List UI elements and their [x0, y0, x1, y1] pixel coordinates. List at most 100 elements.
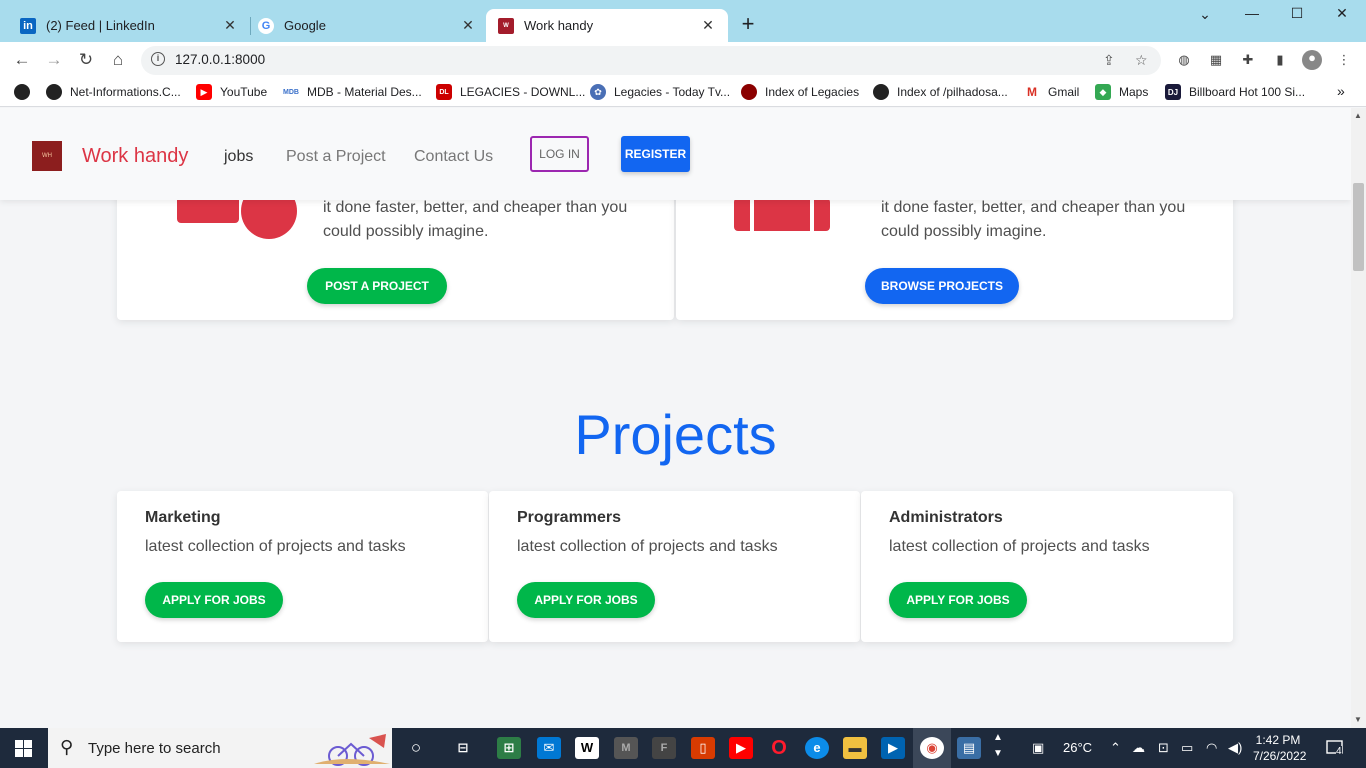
close-tab-icon[interactable]: ✕	[222, 17, 238, 34]
project-title: Marketing	[145, 509, 221, 526]
office-icon[interactable]: ▯	[691, 737, 715, 759]
taskbar-scroll-arrows-icon[interactable]: ▲ ▼	[993, 730, 1003, 762]
edge-icon[interactable]: e	[805, 737, 829, 759]
bookmark-item[interactable]: MDB MDB - Material Des...	[283, 84, 422, 100]
bookmark-item[interactable]: Index of Legacies	[741, 84, 859, 100]
wifi-icon[interactable]: ◠	[1206, 740, 1217, 756]
mail-icon[interactable]: ✉	[537, 737, 561, 759]
extension-zip-icon[interactable]: ▦	[1208, 52, 1224, 68]
task-view-icon[interactable]: ⊟	[451, 737, 475, 759]
bookmark-label: Gmail	[1048, 85, 1080, 99]
weather-icon[interactable]: ▣	[1032, 740, 1044, 756]
bookmark-item[interactable]: M Gmail	[1024, 84, 1079, 100]
bookmark-label: YouTube	[220, 85, 268, 99]
bookmark-item[interactable]: Index of /pilhadosa...	[873, 84, 1008, 100]
show-hidden-icons-chevron-icon[interactable]: ⌃	[1110, 740, 1121, 756]
web-icon	[46, 84, 62, 100]
nav-link-post-project[interactable]: Post a Project	[286, 148, 386, 166]
reload-button[interactable]: ↻	[76, 50, 96, 70]
bookmark-item[interactable]: DJ Billboard Hot 100 Si...	[1165, 84, 1305, 100]
project-card-marketing: Marketing latest collection of projects …	[117, 491, 488, 642]
tab-search-chevron-icon[interactable]: ⌄	[1195, 6, 1215, 23]
more-bookmarks-chevron-icon[interactable]: »	[1337, 83, 1345, 99]
nav-link-jobs[interactable]: jobs	[224, 148, 253, 166]
close-tab-icon[interactable]: ✕	[460, 17, 476, 34]
nav-link-contact[interactable]: Contact Us	[414, 148, 493, 166]
brand-logo[interactable]: WH	[32, 141, 62, 171]
meet-now-icon[interactable]: ⊡	[1158, 740, 1169, 756]
tab-google[interactable]: G Google ✕	[246, 9, 488, 42]
movies-app-icon[interactable]: ▶	[881, 737, 905, 759]
system-clock[interactable]: 1:42 PM 7/26/2022	[1253, 732, 1307, 764]
apply-for-jobs-button[interactable]: APPLY FOR JOBS	[145, 582, 283, 618]
home-button[interactable]: ⌂	[108, 50, 128, 70]
minimize-button[interactable]: —	[1242, 5, 1262, 21]
youtube-app-icon[interactable]: ▶	[729, 737, 753, 759]
windows-start-icon[interactable]	[15, 740, 32, 757]
opera-icon[interactable]: O	[767, 737, 791, 759]
bookmark-item[interactable]: ▶ YouTube	[196, 84, 267, 100]
microsoft-store-icon[interactable]: ⊞	[497, 737, 521, 759]
apply-for-jobs-button[interactable]: APPLY FOR JOBS	[517, 582, 655, 618]
web-icon	[873, 84, 889, 100]
tab-work-handy[interactable]: W Work handy ✕	[486, 9, 728, 42]
bookmark-item[interactable]: ✿ Legacies - Today Tv...	[590, 84, 730, 100]
tab-title: Google	[284, 18, 326, 33]
project-description: latest collection of projects and tasks	[889, 538, 1150, 555]
search-highlight-illustration	[314, 734, 390, 766]
back-button[interactable]: ←	[12, 50, 32, 70]
wikipedia-icon[interactable]: W	[575, 737, 599, 759]
chrome-icon[interactable]: ◉	[920, 737, 944, 759]
bookmark-item[interactable]: Net-Informations.C...	[46, 84, 181, 100]
app-f-icon[interactable]: F	[652, 737, 676, 759]
browse-projects-button[interactable]: BROWSE PROJECTS	[865, 268, 1019, 304]
bookmark-label: Index of /pilhadosa...	[897, 85, 1008, 99]
cortana-icon[interactable]: ○	[404, 737, 428, 759]
tab-linkedin[interactable]: in (2) Feed | LinkedIn ✕	[8, 9, 250, 42]
side-panel-icon[interactable]: ▮	[1272, 52, 1288, 68]
bookmark-label: Legacies - Today Tv...	[614, 85, 731, 99]
app-m-icon[interactable]: M	[614, 737, 638, 759]
register-button[interactable]: REGISTER	[621, 136, 690, 172]
share-icon[interactable]: ⇪	[1103, 52, 1115, 69]
taskbar-search-box[interactable]: ⚲ Type here to search	[48, 728, 392, 768]
apply-for-jobs-button[interactable]: APPLY FOR JOBS	[889, 582, 1027, 618]
close-window-button[interactable]: ✕	[1332, 5, 1352, 22]
forward-button[interactable]: →	[44, 50, 64, 70]
menu-kebab-icon[interactable]: ⋮	[1336, 52, 1352, 68]
feature-text-line2: could possibly imagine.	[881, 223, 1047, 240]
page-viewport: WH Work handy jobs Post a Project Contac…	[0, 108, 1351, 728]
project-description: latest collection of projects and tasks	[517, 538, 778, 555]
bookmark-apps[interactable]	[14, 84, 38, 100]
scroll-up-arrow-icon[interactable]: ▲	[1354, 111, 1362, 120]
bookmark-item[interactable]: DL LEGACIES - DOWNL...	[436, 84, 585, 100]
site-info-icon[interactable]: i	[151, 52, 165, 66]
close-tab-icon[interactable]: ✕	[700, 17, 716, 34]
post-project-button[interactable]: POST A PROJECT	[307, 268, 447, 304]
extensions-puzzle-icon[interactable]: ✚	[1240, 52, 1256, 68]
project-description: latest collection of projects and tasks	[145, 538, 406, 555]
login-button[interactable]: LOG IN	[530, 136, 589, 172]
site-navbar: WH Work handy jobs Post a Project Contac…	[0, 108, 1351, 200]
network-cloud-icon[interactable]: ☁	[1132, 740, 1145, 756]
page-scrollbar[interactable]: ▲ ▼	[1351, 108, 1366, 728]
scroll-down-arrow-icon[interactable]: ▼	[1354, 715, 1362, 724]
web-icon	[14, 84, 30, 100]
file-explorer-icon[interactable]: ▬	[843, 737, 867, 759]
notification-center-icon[interactable]: 4	[1326, 739, 1344, 757]
brand-name[interactable]: Work handy	[82, 145, 188, 168]
url-text[interactable]: 127.0.0.1:8000	[175, 52, 265, 67]
address-bar[interactable]: i 127.0.0.1:8000 ⇪ ☆	[141, 46, 1161, 75]
battery-icon[interactable]: ▭	[1181, 740, 1193, 756]
profile-avatar[interactable]: ●	[1302, 50, 1322, 70]
bookmark-item[interactable]: ◆ Maps	[1095, 84, 1148, 100]
clock-date: 7/26/2022	[1253, 749, 1307, 763]
volume-icon[interactable]: ◀)	[1228, 740, 1242, 756]
new-tab-button[interactable]: +	[737, 13, 759, 35]
maximize-button[interactable]: ☐	[1287, 5, 1307, 22]
remote-desktop-icon[interactable]: ▤	[957, 737, 981, 759]
extension-globe-icon[interactable]: ◍	[1176, 52, 1192, 68]
scrollbar-thumb[interactable]	[1353, 183, 1364, 271]
weather-temperature[interactable]: 26°C	[1063, 740, 1092, 755]
bookmark-star-icon[interactable]: ☆	[1135, 52, 1148, 69]
